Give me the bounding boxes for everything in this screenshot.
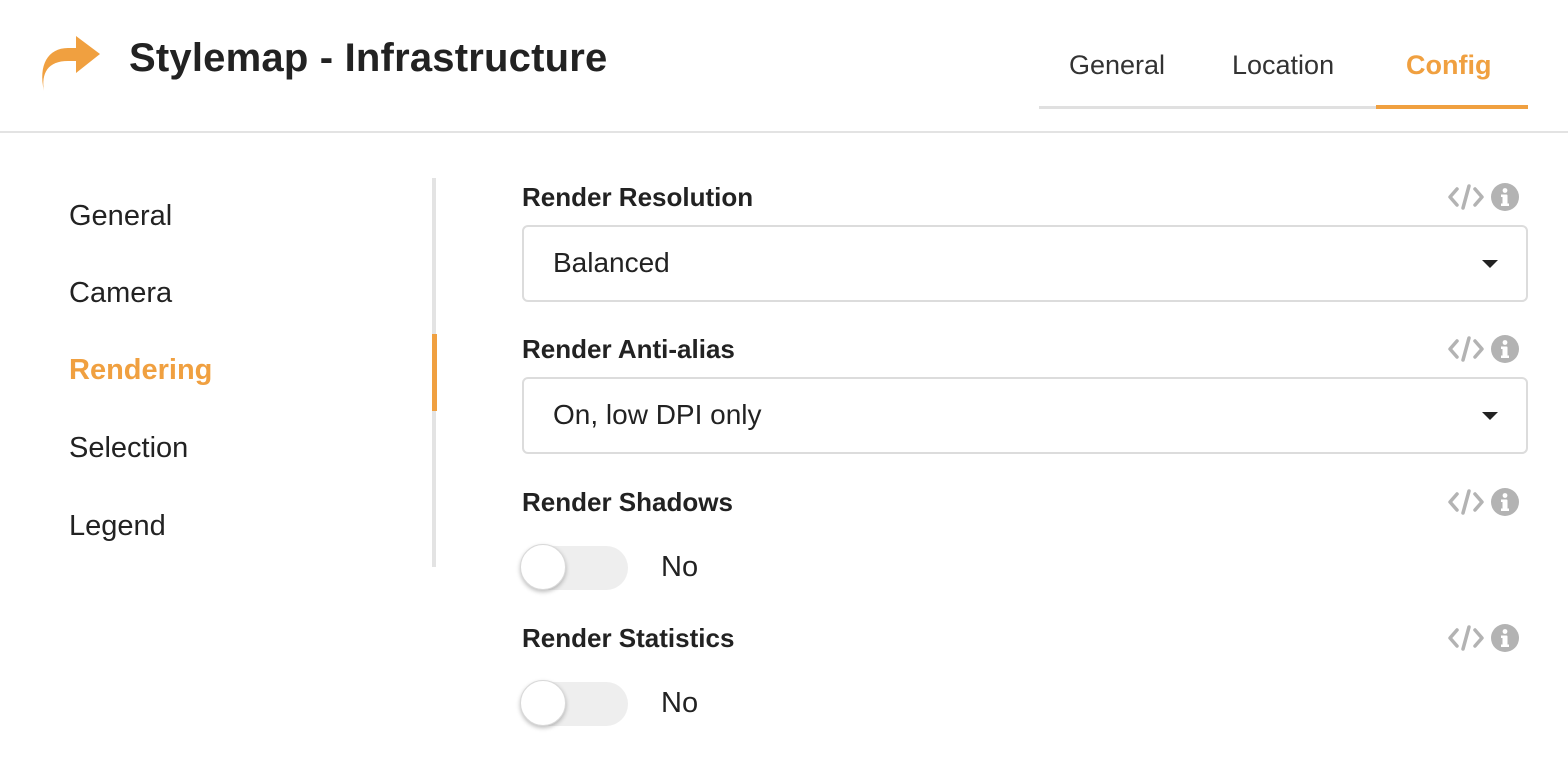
toggle-knob[interactable] [520,544,566,590]
tab-location[interactable]: Location [1232,50,1334,81]
tab-general[interactable]: General [1069,50,1165,81]
page-header: Stylemap - Infrastructure General Locati… [0,0,1568,133]
sidebar-item-legend[interactable]: Legend [69,510,166,543]
info-icon[interactable] [1491,335,1519,363]
render-shadows-label: Render Shadows [522,487,733,517]
active-tab-indicator [1376,105,1528,109]
page-title: Stylemap - Infrastructure [129,36,608,80]
sidebar-active-indicator [432,334,437,411]
render-statistics-icons [1448,623,1520,653]
render-antialias-value: On, low DPI only [553,399,762,430]
render-resolution-select[interactable]: Balanced [522,225,1528,302]
render-statistics-value: No [661,687,699,719]
info-icon[interactable] [1491,488,1519,516]
sidebar-nav: General Camera Rendering Selection Legen… [0,178,438,567]
code-icon[interactable] [1448,625,1484,651]
tab-config[interactable]: Config [1406,50,1491,81]
sidebar-item-general[interactable]: General [69,200,172,233]
render-antialias-label: Render Anti-alias [522,334,735,364]
render-resolution-value: Balanced [553,247,670,278]
code-icon[interactable] [1448,489,1484,515]
render-shadows-icons [1448,487,1520,517]
info-icon[interactable] [1491,183,1519,211]
toggle-knob[interactable] [520,680,566,726]
render-resolution-label: Render Resolution [522,182,754,212]
info-icon[interactable] [1491,624,1519,652]
sidebar-item-selection[interactable]: Selection [69,432,188,465]
share-arrow-icon [38,34,104,92]
render-antialias-icons [1448,334,1520,364]
render-resolution-icons [1448,182,1520,212]
code-icon[interactable] [1448,184,1484,210]
render-statistics-label: Render Statistics [522,623,735,653]
chevron-down-icon [1482,260,1498,268]
render-statistics-toggle[interactable] [520,680,630,728]
render-antialias-select[interactable]: On, low DPI only [522,377,1528,454]
top-tab-bar: General Location Config [1039,38,1528,109]
render-shadows-toggle[interactable] [520,544,630,592]
sidebar-item-rendering[interactable]: Rendering [69,354,212,387]
render-shadows-value: No [661,551,699,583]
chevron-down-icon [1482,412,1498,420]
sidebar-item-camera[interactable]: Camera [69,277,172,310]
code-icon[interactable] [1448,336,1484,362]
